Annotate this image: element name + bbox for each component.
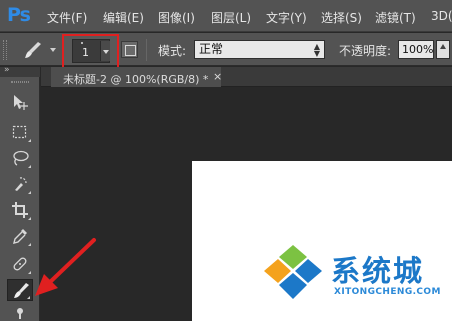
options-bar-grip[interactable] [3,40,7,60]
menu-select[interactable]: 选择(S) [321,9,362,26]
watermark-logo-icon [264,245,322,299]
menu-3d[interactable]: 3D( [431,9,452,23]
menu-type[interactable]: 文字(Y) [266,9,307,26]
menu-bar: Ps 文件(F) 编辑(E) 图像(I) 图层(L) 文字(Y) 选择(S) 滤… [0,0,452,32]
brush-icon[interactable] [20,40,46,60]
mode-label: 模式: [158,44,187,58]
crop-icon [12,202,28,218]
opacity-slider-toggle-icon[interactable] [436,40,450,59]
document-tab-title: 未标题-2 @ 100%(RGB/8) * [63,73,209,86]
tool-group-corner-icon [28,191,31,194]
clone-stamp-tool[interactable] [7,305,33,321]
tool-group-corner-icon [27,296,30,299]
photoshop-logo: Ps [7,4,31,26]
brush-panel-toggle-button[interactable] [121,41,138,58]
toolbox-header: » [0,65,40,77]
menu-image[interactable]: 图像(I) [158,9,195,26]
toolbox-grip[interactable] [11,81,29,83]
bandage-icon [13,257,27,271]
watermark-url: XITONGCHENG.COM [334,287,441,297]
quick-selection-icon [15,177,27,191]
watermark: 系统城 XITONGCHENG.COM [256,239,452,321]
crop-tool[interactable] [7,199,33,221]
menu-edit[interactable]: 编辑(E) [103,9,144,26]
opacity-label: 不透明度: [339,44,392,58]
lasso-tool[interactable] [7,147,33,169]
toolbox: » [0,65,40,321]
close-icon[interactable]: × [213,70,222,83]
document-tab[interactable]: 未标题-2 @ 100%(RGB/8) * × [51,67,222,87]
marquee-tool[interactable] [7,121,33,143]
tool-group-corner-icon [28,243,31,246]
menu-layer[interactable]: 图层(L) [211,9,251,26]
collapse-icon[interactable]: » [4,65,9,75]
move-icon [14,95,28,110]
document-tab-bar: 未标题-2 @ 100%(RGB/8) * × [41,67,452,87]
move-tool[interactable] [7,91,33,113]
tool-group-corner-icon [28,139,31,142]
marquee-icon [12,125,27,139]
tool-group-corner-icon [28,165,31,168]
eyedropper-tool[interactable] [7,225,33,247]
watermark-text: 系统城 [331,254,425,288]
mode-select[interactable]: 正常 ▲ ▼ [194,40,325,59]
tool-preset-dropdown-icon[interactable] [50,48,56,52]
opacity-input[interactable]: 100% [398,40,434,59]
lasso-icon [13,150,29,166]
eyedropper-icon [13,229,27,244]
mode-value: 正常 [199,42,224,56]
healing-brush-tool[interactable] [7,253,33,275]
brush-tool[interactable] [7,279,33,301]
updown-arrows-icon: ▲ ▼ [313,42,320,58]
tool-group-corner-icon [28,271,31,274]
quick-selection-tool[interactable] [7,173,33,195]
tool-group-corner-icon [28,217,31,220]
menu-file[interactable]: 文件(F) [47,9,87,26]
options-separator [146,39,147,61]
menu-filter[interactable]: 滤镜(T) [375,9,416,26]
stamp-icon [17,308,23,319]
